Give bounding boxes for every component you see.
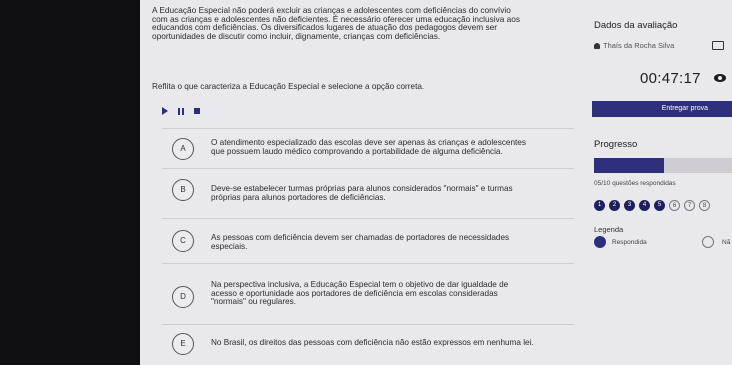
answered-count: 05/10 questões respondidas (594, 180, 676, 187)
progress-bar (594, 158, 732, 173)
option-b[interactable]: B Deve-se estabelecer turmas próprias pa… (150, 177, 580, 203)
legend-title: Legenda (594, 225, 624, 234)
question-number-3[interactable]: 3 (624, 200, 635, 211)
pause-icon[interactable] (178, 107, 184, 115)
question-number-4[interactable]: 4 (639, 200, 650, 211)
option-text[interactable]: O atendimento especializado das escolas … (211, 138, 561, 156)
question-number-2[interactable]: 2 (609, 200, 620, 211)
question-prompt: Reflita o que caracteriza a Educação Esp… (152, 82, 425, 91)
legend-answered-label: Respondida (612, 238, 647, 246)
option-letter[interactable]: E (172, 333, 194, 355)
countdown-timer: 00:47:17 (640, 70, 701, 87)
divider (162, 218, 574, 219)
exam-screen: A Educação Especial não poderá excluir a… (140, 0, 732, 365)
option-text[interactable]: As pessoas com deficiência devem ser cha… (211, 233, 561, 251)
option-letter[interactable]: B (172, 179, 194, 201)
divider (162, 324, 574, 325)
option-letter[interactable]: C (172, 230, 194, 252)
question-number-7[interactable]: 7 (684, 200, 695, 211)
option-e[interactable]: E No Brasil, os direitos das pessoas com… (150, 330, 580, 356)
answered-swatch (594, 236, 606, 248)
stop-icon[interactable] (194, 108, 200, 114)
option-c[interactable]: C As pessoas com deficiência devem ser c… (150, 226, 580, 252)
divider (162, 168, 574, 169)
question-panel: A Educação Especial não poderá excluir a… (150, 0, 580, 365)
question-number-1[interactable]: 1 (594, 200, 605, 211)
legend-unanswered-label: Nã (722, 238, 731, 246)
progress-bar-fill (594, 158, 664, 173)
option-d[interactable]: D Na perspectiva inclusiva, a Educação E… (150, 278, 580, 314)
legend-unanswered: Nã (702, 236, 730, 248)
progress-title: Progresso (594, 139, 638, 150)
option-a[interactable]: A O atendimento especializado das escola… (150, 136, 580, 162)
question-line: oportunidades de discutir como incluir, … (152, 30, 441, 41)
legend-answered: Respondida (594, 236, 647, 248)
option-text[interactable]: Deve-se estabelecer turmas próprias para… (211, 184, 561, 202)
option-letter[interactable]: A (172, 138, 194, 160)
question-number-8[interactable]: 8 (699, 200, 710, 211)
audio-controls (162, 106, 200, 116)
divider (162, 128, 574, 129)
screen-icon[interactable] (712, 41, 724, 50)
question-navigator: 12345678 (594, 200, 710, 211)
question-number-5[interactable]: 5 (654, 200, 665, 211)
question-number-6[interactable]: 6 (669, 200, 680, 211)
user-name: Thaís da Rocha Silva (603, 41, 675, 50)
assessment-sidebar: Dados da avaliação Thaís da Rocha Silva … (588, 0, 732, 365)
option-text[interactable]: No Brasil, os direitos das pessoas com d… (211, 338, 561, 348)
user-icon (594, 42, 600, 49)
eye-icon[interactable] (714, 74, 726, 82)
question-text: A Educação Especial não poderá excluir a… (152, 6, 572, 40)
sidebar-title: Dados da avaliação (594, 20, 678, 31)
user-info: Thaís da Rocha Silva (594, 41, 674, 50)
divider (162, 263, 574, 264)
unanswered-swatch (702, 236, 714, 248)
submit-exam-button[interactable]: Entregar prova (592, 101, 732, 117)
option-text[interactable]: Na perspectiva inclusiva, a Educação Esp… (211, 280, 561, 307)
play-icon[interactable] (162, 107, 168, 115)
option-letter[interactable]: D (172, 286, 194, 308)
